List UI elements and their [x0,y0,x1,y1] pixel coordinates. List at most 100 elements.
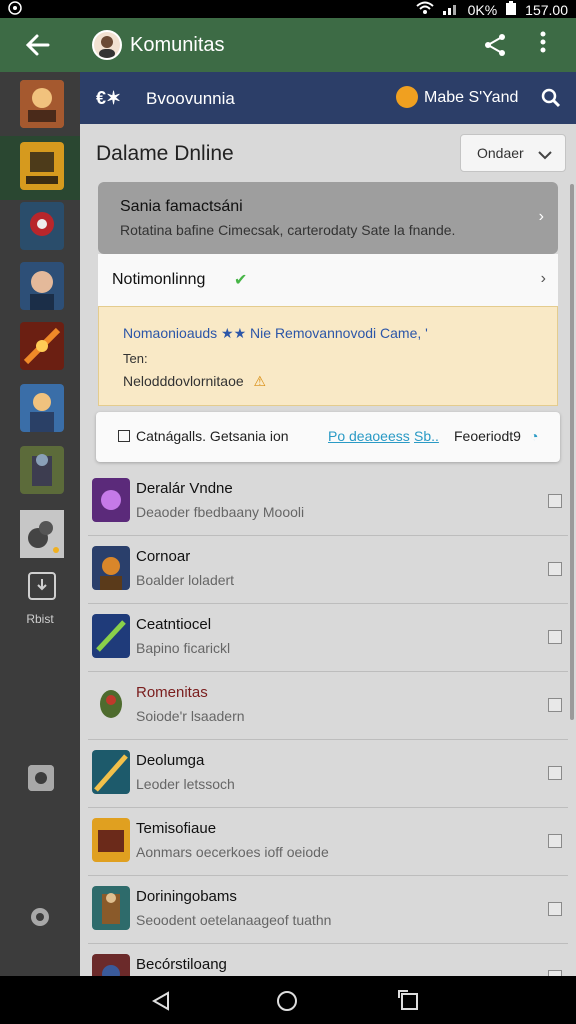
app-bar: Komunitas [0,18,576,72]
sidebar-game-8[interactable] [20,510,64,558]
game-thumbnail [92,886,130,930]
section-left-icon[interactable]: €✶ [96,88,121,109]
notice-line-2: Ten: [123,351,148,366]
notice-line-1: Nomaonioauds ★★ Nie Removannovodi Came, … [123,325,428,341]
section-right-title[interactable]: Mabe S'Yand [424,89,518,107]
row-checkbox[interactable] [548,494,562,508]
notice-line-3-wrap: Nelodddovlornitaoe ⚠ [123,373,266,390]
filter-bar: Catnágalls. Getsania ion Po deaoeess Sb.… [96,412,560,462]
chevron-down-icon [538,151,552,160]
row-checkbox[interactable] [548,834,562,848]
main-content: Dalame Dnline Ondaer Sania famactsáni Ro… [80,124,576,998]
game-thumbnail [92,614,130,658]
list-item[interactable]: Temisofiaue Aonmars oecerkoes ioff oeiod… [88,808,568,876]
game-name: Doriningobams [136,888,237,905]
list-item[interactable]: Cornoar Boalder loladert [88,536,568,604]
notice-banner: Nomaonioauds ★★ Nie Removannovodi Came, … [98,306,558,406]
battery-percent: 0K% [467,1,498,18]
featured-card-subtitle: Rotatina bafine Cimecsak, carterodaty Sa… [120,222,456,238]
row-checkbox[interactable] [548,562,562,576]
row-checkbox[interactable] [548,630,562,644]
sidebar-game-6[interactable] [20,384,64,432]
screen: 0K% 157.00 Komunitas Rbist €✶ Bvoovunnia… [0,0,576,1024]
order-dropdown[interactable]: Ondaer [460,134,566,172]
notification-row[interactable]: Notimonlinng ✔ › [98,254,558,306]
notice-line-3: Nelodddovlornitaoe [123,373,244,389]
game-subtitle: Seoodent oetelanaageof tuathn [136,912,332,928]
filter-tail-text: Feoeriodt9 [454,428,521,444]
info-icon[interactable]: ◔ [530,428,538,444]
sidebar-game-4[interactable] [20,262,64,310]
filter-checkbox[interactable] [118,430,130,442]
game-thumbnail [92,682,130,726]
status-bar: 0K% 157.00 [0,0,576,18]
sidebar-board-label[interactable]: Rbist [0,612,80,626]
sidebar-game-7[interactable] [20,446,64,494]
notification-row-title: Notimonlinng [112,271,206,288]
leaderboard-icon[interactable] [28,572,56,600]
game-thumbnail [92,818,130,862]
game-subtitle: Bapino ficarickl [136,640,231,656]
filter-text: Catnágalls. Getsania ion [136,428,289,444]
sidebar-game-3[interactable] [20,202,64,250]
game-subtitle: Leoder letssoch [136,776,235,792]
sidebar: Rbist [0,72,80,976]
game-name: Deolumga [136,752,205,769]
row-checkbox[interactable] [548,766,562,780]
filter-link-2[interactable]: Sb.. [414,428,439,444]
section-left-title[interactable]: Bvoovunnia [146,89,235,109]
wifi-icon [415,1,434,18]
game-name: Temisofiaue [136,820,217,837]
row-checkbox[interactable] [548,698,562,712]
status-time: 157.00 [525,1,568,18]
game-thumbnail [92,546,130,590]
list-item[interactable]: Deolumga Leoder letssoch [88,740,568,808]
game-subtitle: Aonmars oecerkoes ioff oeiode [136,844,329,860]
status-right-group: 0K% 157.00 [415,1,568,18]
game-subtitle: Deaoder fbedbaany Moooli [136,504,305,520]
chevron-right-icon: › [538,208,544,225]
game-name: Cornoar [136,548,191,565]
order-dropdown-label: Ondaer [477,145,524,161]
more-options-icon[interactable] [540,30,546,59]
list-item[interactable]: Doriningobams Seoodent oetelanaageof tua… [88,876,568,944]
gear-icon[interactable] [27,904,53,930]
signal-icon [442,1,460,18]
sidebar-game-1[interactable] [20,80,64,128]
featured-card-title: Sania famactsáni [120,198,243,215]
search-icon[interactable] [540,87,562,109]
row-checkbox[interactable] [548,902,562,916]
app-title: Komunitas [130,34,225,56]
game-thumbnail [92,750,130,794]
section-header-bar: €✶ Bvoovunnia Mabe S'Yand [80,72,576,124]
filter-link-1[interactable]: Po deaoeess [328,428,410,444]
sidebar-game-2[interactable] [20,142,64,190]
list-item[interactable]: Ceatntiocel Bapino ficarickl [88,604,568,672]
game-name: Ceatntiocel [136,616,212,633]
checkmark-icon: ✔ [234,272,248,289]
game-name: Becórstiloang [136,956,227,973]
status-lens-icon [8,1,22,18]
warning-icon: ⚠ [253,373,267,389]
nav-home-icon[interactable] [276,990,298,1012]
game-subtitle: Soiode'r lsaadern [136,708,245,724]
battery-icon [505,1,517,18]
list-item[interactable]: Romenitas Soiode'r lsaadern [88,672,568,740]
back-arrow-icon[interactable] [24,31,52,64]
game-thumbnail [92,478,130,522]
nav-back-icon[interactable] [150,990,172,1012]
page-title: Dalame Dnline [96,142,234,165]
system-nav-bar [0,976,576,1024]
nav-recents-icon[interactable] [398,990,420,1012]
list-item[interactable]: Deralár Vndne Deaoder fbedbaany Moooli [88,468,568,536]
game-name: Deralár Vndne [136,480,233,497]
game-name: Romenitas [136,684,208,701]
game-subtitle: Boalder loladert [136,572,235,588]
badge-icon [396,86,418,108]
scrollbar[interactable] [570,184,574,720]
sidebar-game-5[interactable] [20,322,64,370]
avatar[interactable] [92,30,122,60]
featured-card[interactable]: Sania famactsáni Rotatina bafine Cimecsa… [98,182,558,254]
share-icon[interactable] [482,32,508,58]
puzzle-icon[interactable] [28,765,54,791]
